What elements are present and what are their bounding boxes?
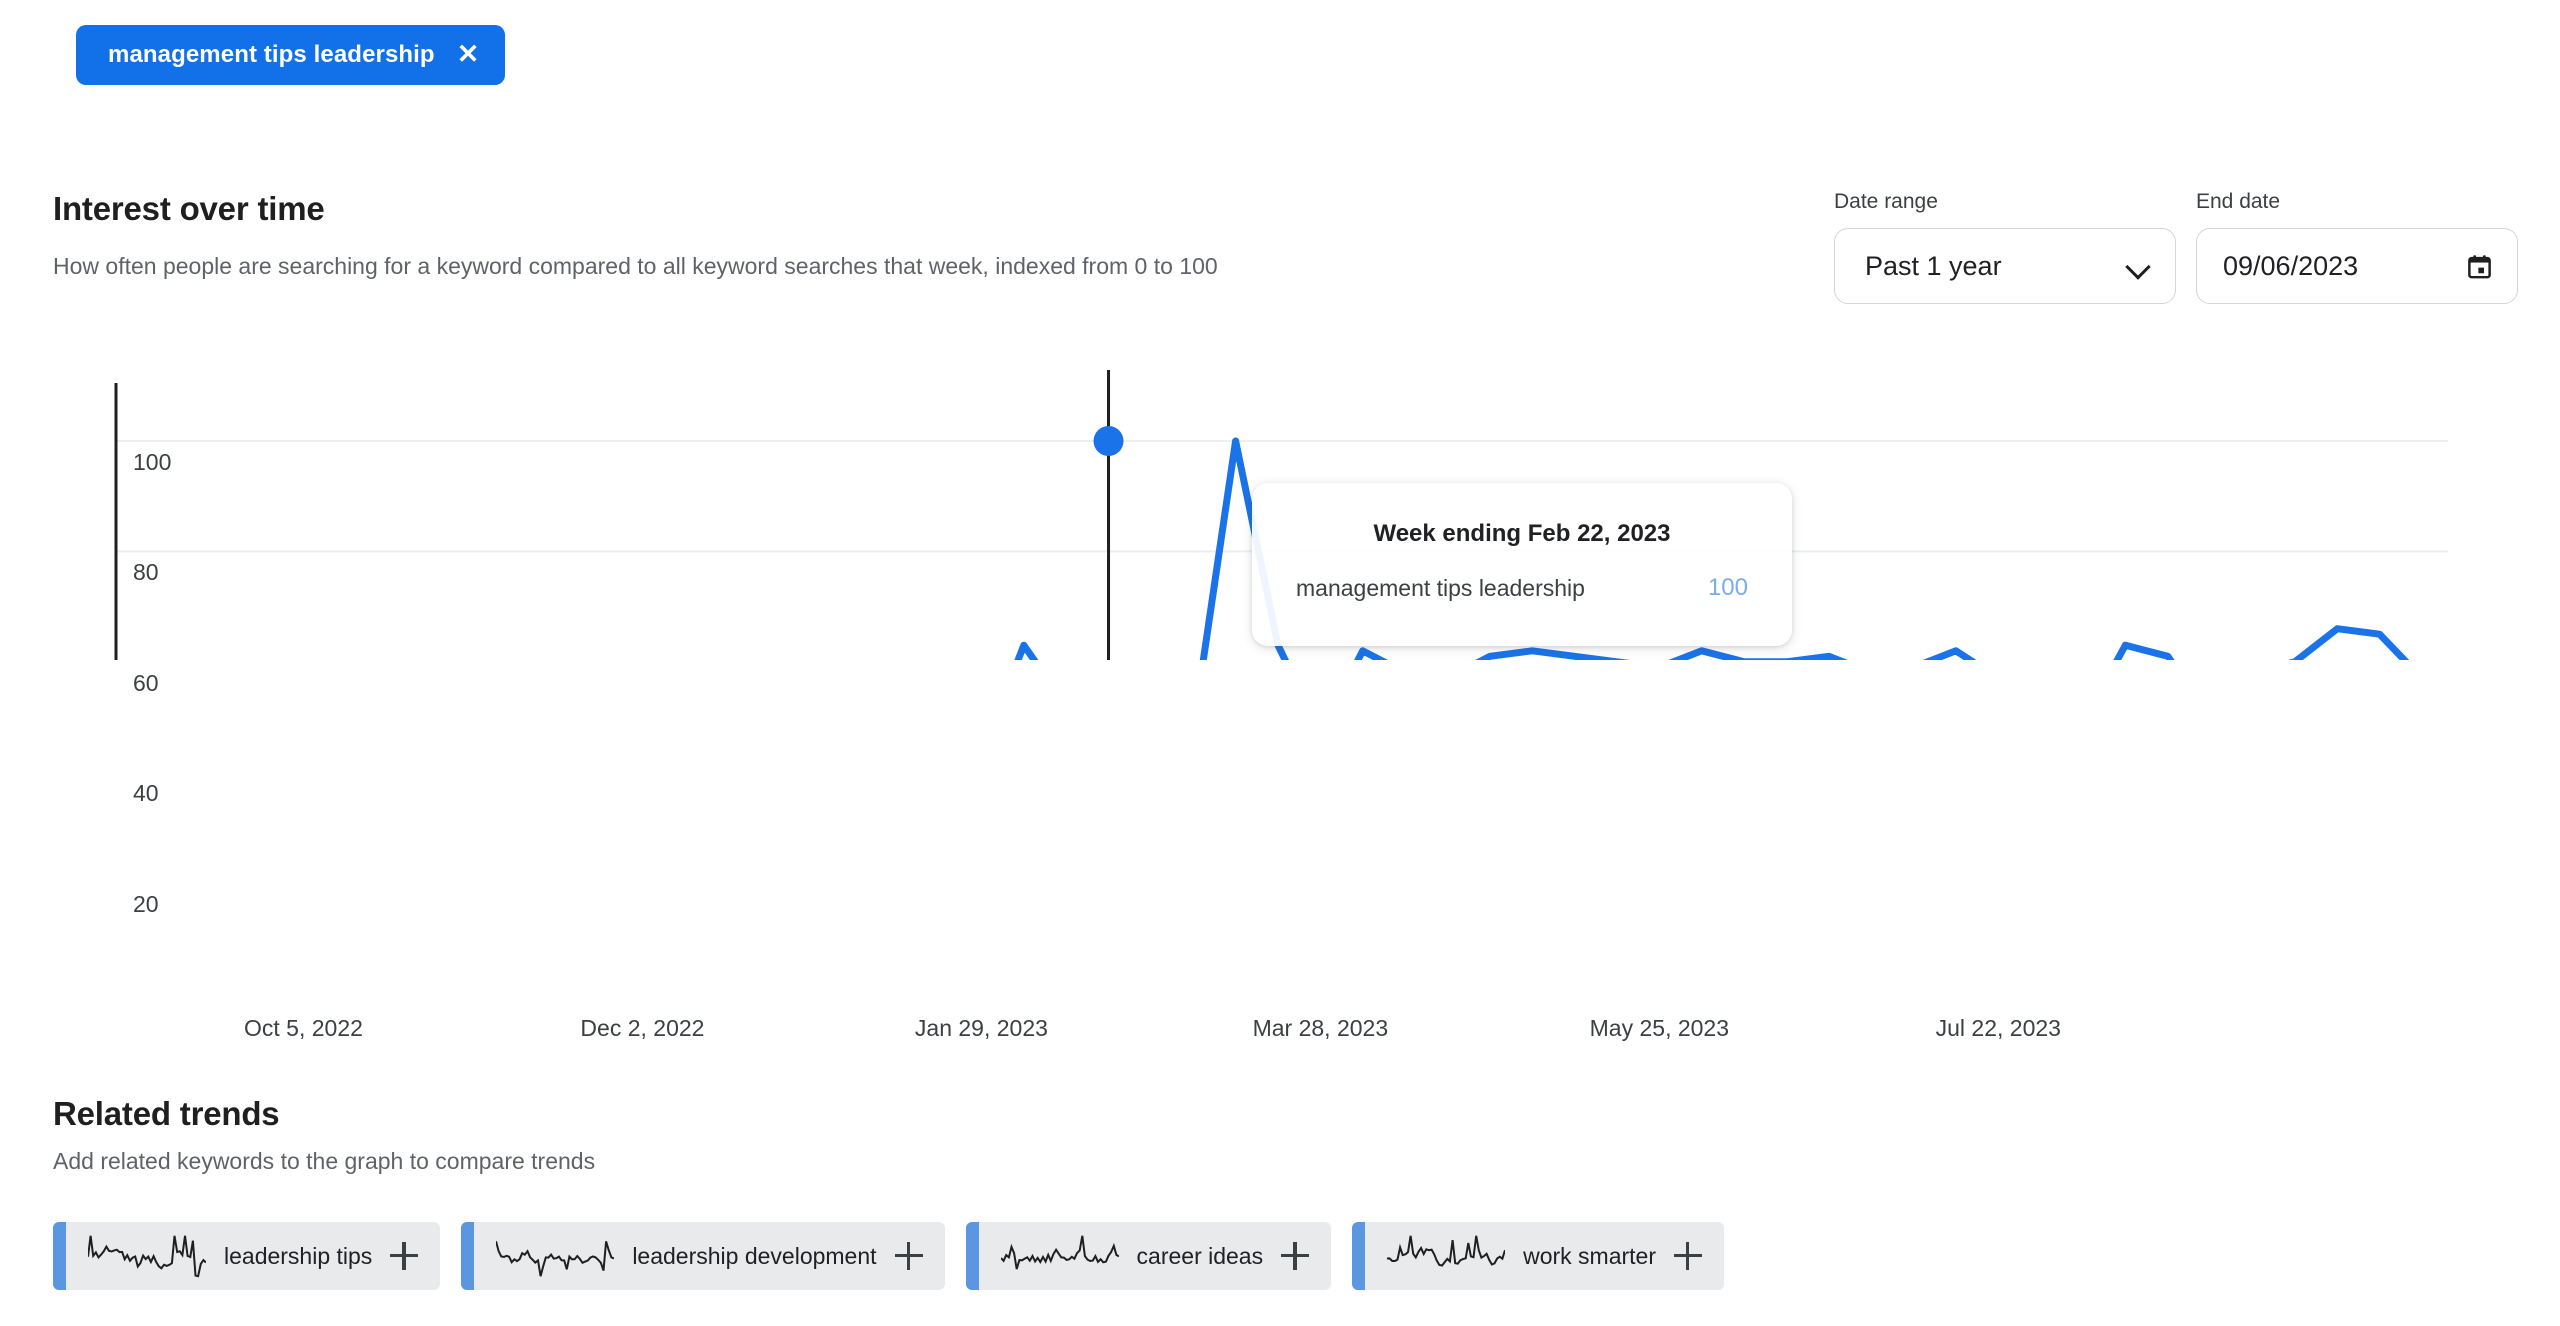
tooltip-title: Week ending Feb 22, 2023 [1373, 520, 1671, 547]
close-icon[interactable]: ✕ [457, 40, 480, 68]
y-axis-tick-label: 40 [133, 780, 159, 807]
chip-label: leadership development [632, 1242, 877, 1269]
interest-over-time-subtitle: How often people are searching for a key… [53, 253, 1218, 279]
y-axis-tick-label: 80 [133, 559, 159, 586]
tooltip-keyword: management tips leadership [1296, 574, 1585, 601]
sparkline-icon [88, 1235, 206, 1278]
tooltip-row: management tips leadership 100 [1282, 574, 1762, 602]
x-axis-tick-label: Jan 29, 2023 [914, 1015, 1048, 1041]
chevron-down-icon [2127, 255, 2149, 277]
sparkline-icon [1000, 1235, 1119, 1270]
related-trend-chip[interactable]: career ideas [965, 1222, 1332, 1290]
calendar-icon[interactable] [2466, 253, 2493, 280]
end-date-input[interactable]: 09/06/2023 [2196, 228, 2518, 304]
chip-label: work smarter [1523, 1242, 1657, 1269]
date-range-control: Date range Past 1 year [1834, 190, 2176, 304]
related-trends-title: Related trends [53, 1095, 280, 1132]
end-date-control: End date 09/06/2023 [2196, 190, 2518, 304]
chip-accent-bar [53, 1222, 66, 1290]
y-axis-tick-label: 20 [133, 890, 159, 917]
end-date-value: 09/06/2023 [2223, 250, 2359, 281]
plus-icon[interactable] [894, 1242, 923, 1270]
chip-label: career ideas [1136, 1242, 1264, 1269]
y-axis-tick-label: 60 [133, 669, 159, 696]
chart-tooltip: Week ending Feb 22, 2023 management tips… [1252, 483, 1792, 646]
related-trend-chip[interactable]: work smarter [1352, 1222, 1725, 1290]
sparkline-icon [1387, 1235, 1506, 1267]
related-trend-chip[interactable]: leadership tips [53, 1222, 441, 1290]
chip-accent-bar [1352, 1222, 1366, 1290]
chip-accent-bar [461, 1222, 475, 1290]
date-range-value: Past 1 year [1865, 250, 2002, 281]
y-axis-tick-label: 100 [133, 449, 172, 475]
related-trends-chip-list: leadership tips leadership development car… [53, 1222, 1725, 1290]
date-range-select[interactable]: Past 1 year [1834, 228, 2176, 304]
chip-label: leadership tips [224, 1242, 373, 1269]
sparkline-icon [496, 1241, 615, 1277]
trends-page: management tips leadership ✕ Interest ov… [0, 0, 2560, 1326]
keyword-chip[interactable]: management tips leadership ✕ [76, 25, 506, 85]
interest-over-time-title: Interest over time [53, 190, 325, 227]
x-axis-tick-label: Jul 22, 2023 [1935, 1015, 2061, 1041]
keyword-chip-label: management tips leadership [108, 41, 435, 68]
plus-icon[interactable] [390, 1242, 419, 1270]
chip-accent-bar [965, 1222, 979, 1290]
plus-icon[interactable] [1281, 1242, 1310, 1270]
end-date-label: End date [2196, 190, 2281, 213]
x-axis-tick-label: Mar 28, 2023 [1252, 1015, 1389, 1041]
tooltip-value: 100 [1707, 574, 1748, 601]
x-axis-tick-label: Oct 5, 2022 [244, 1015, 363, 1041]
related-trend-chip[interactable]: leadership development [461, 1222, 945, 1290]
x-axis-tick-label: Dec 2, 2022 [580, 1015, 705, 1041]
date-range-label: Date range [1834, 190, 1938, 213]
related-trends-subtitle: Add related keywords to the graph to com… [53, 1148, 596, 1174]
plus-icon[interactable] [1674, 1242, 1703, 1270]
x-axis-tick-label: May 25, 2023 [1589, 1015, 1730, 1041]
